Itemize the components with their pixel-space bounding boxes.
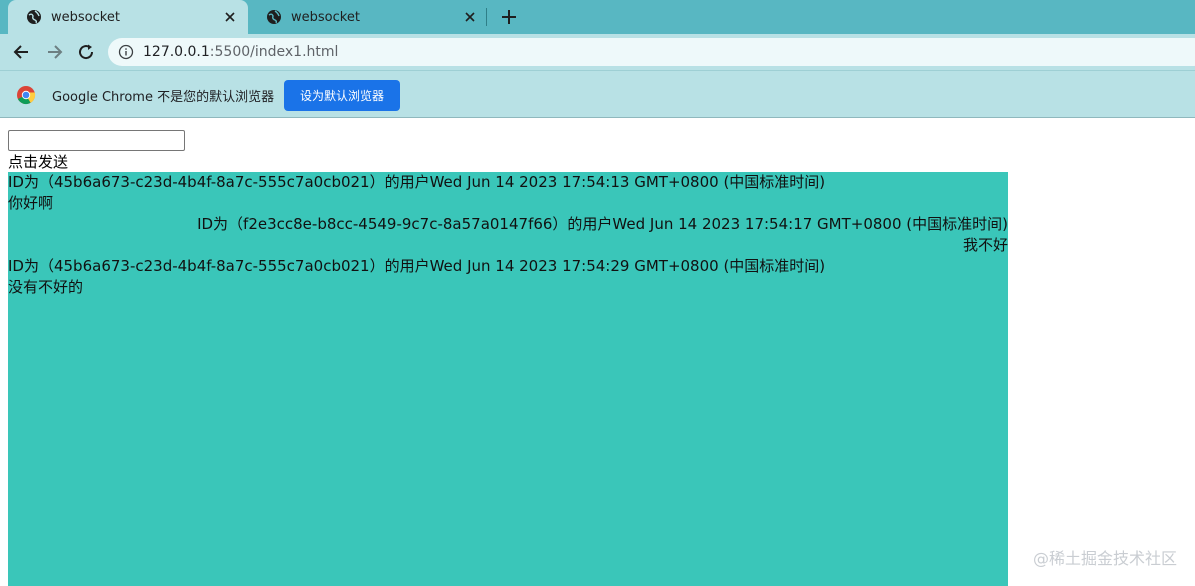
tab-websocket-inactive[interactable]: websocket bbox=[248, 0, 488, 34]
message-header: ID为（45b6a673-c23d-4b4f-8a7c-555c7a0cb021… bbox=[8, 257, 826, 275]
tab-websocket-active[interactable]: websocket bbox=[8, 0, 248, 34]
message-text: 没有不好的 bbox=[8, 278, 84, 296]
reload-icon[interactable] bbox=[76, 42, 96, 62]
address-bar[interactable]: 127.0.0.1:5500/index1.html bbox=[108, 38, 1195, 66]
infobar-message: Google Chrome 不是您的默认浏览器 bbox=[52, 90, 275, 105]
message-text: 我不好 bbox=[962, 236, 1008, 254]
chat-area: ID为（45b6a673-c23d-4b4f-8a7c-555c7a0cb021… bbox=[8, 172, 1008, 586]
tab-title: websocket bbox=[51, 9, 120, 25]
browser-toolbar: 127.0.0.1:5500/index1.html bbox=[0, 34, 1195, 70]
watermark: @稀土掘金技术社区 bbox=[1032, 549, 1177, 568]
globe-icon bbox=[267, 10, 281, 24]
tab-strip: websocket websocket bbox=[0, 0, 1195, 34]
url-host: 127.0.0.1 bbox=[143, 44, 210, 60]
set-default-browser-button[interactable]: 设为默认浏览器 bbox=[284, 80, 400, 111]
plus-icon[interactable] bbox=[498, 6, 520, 28]
message-text: 你好啊 bbox=[8, 194, 54, 212]
tab-title: websocket bbox=[291, 9, 360, 25]
close-icon[interactable] bbox=[462, 9, 478, 25]
info-icon[interactable] bbox=[118, 44, 134, 60]
default-browser-infobar: Google Chrome 不是您的默认浏览器 设为默认浏览器 bbox=[0, 70, 1195, 118]
close-icon[interactable] bbox=[222, 9, 238, 25]
message-input[interactable] bbox=[8, 130, 185, 151]
send-button[interactable]: 点击发送 bbox=[8, 153, 68, 172]
chrome-logo-icon bbox=[17, 86, 36, 105]
back-arrow-icon[interactable] bbox=[12, 42, 32, 62]
url-text: 127.0.0.1:5500/index1.html bbox=[143, 44, 338, 60]
message-header: ID为（45b6a673-c23d-4b4f-8a7c-555c7a0cb021… bbox=[8, 173, 826, 191]
tab-separator bbox=[486, 8, 487, 26]
globe-icon bbox=[27, 10, 41, 24]
url-path: :5500/index1.html bbox=[209, 44, 339, 60]
forward-arrow-icon[interactable] bbox=[44, 42, 64, 62]
message-header: ID为（f2e3cc8e-b8cc-4549-9c7c-8a57a0147f66… bbox=[197, 215, 1008, 233]
page-content: 点击发送 ID为（45b6a673-c23d-4b4f-8a7c-555c7a0… bbox=[0, 118, 1195, 586]
